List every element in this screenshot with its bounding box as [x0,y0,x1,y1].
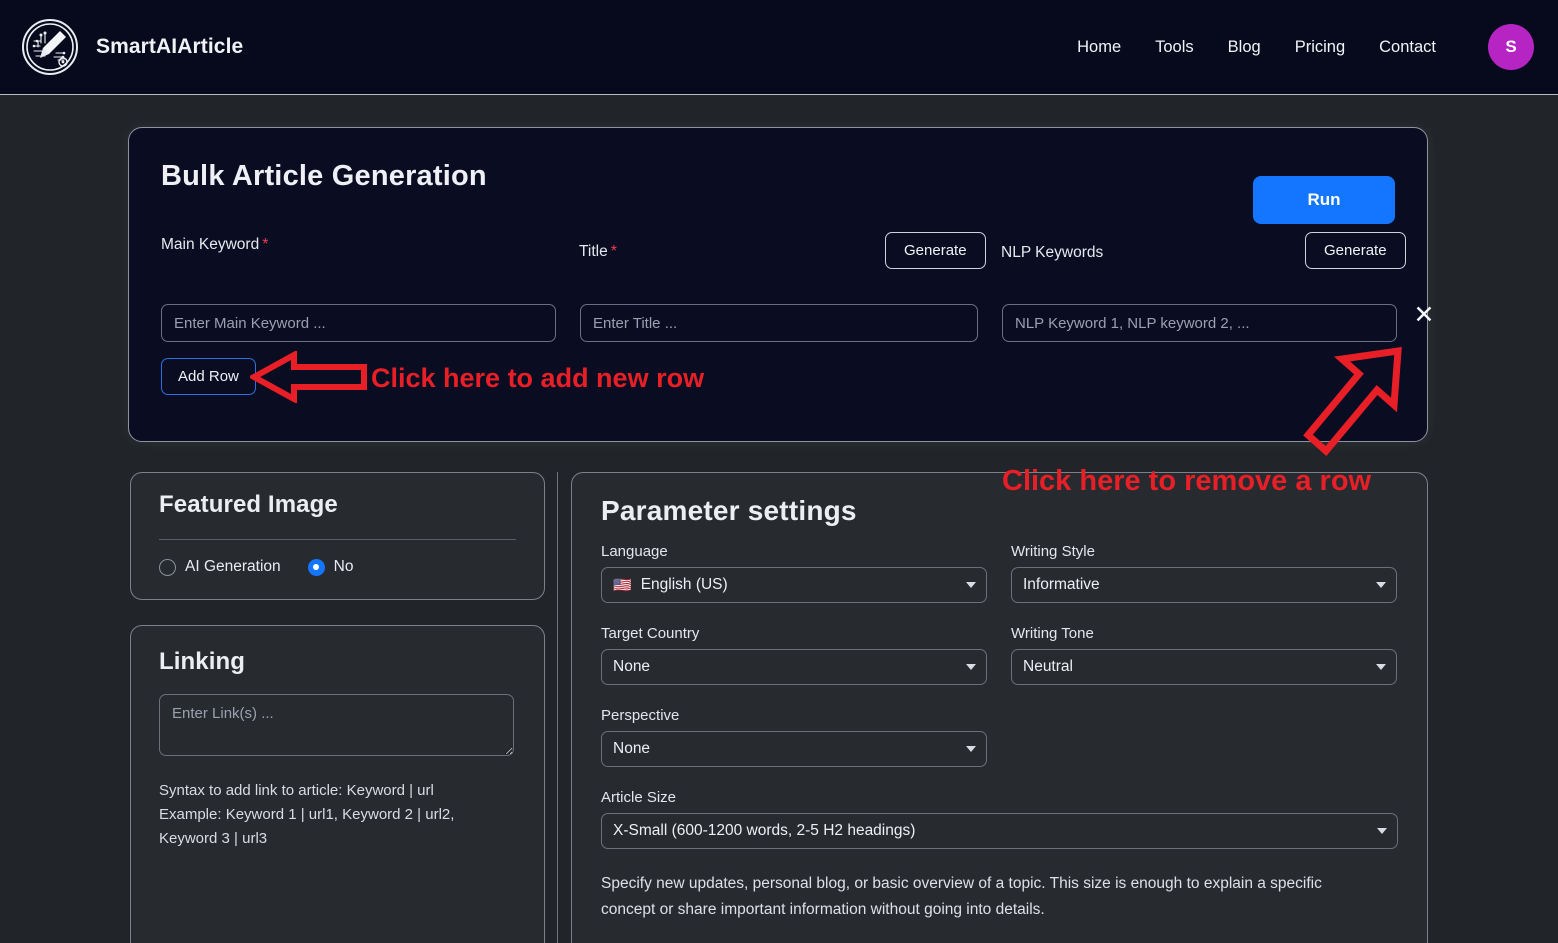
site-header: SmartAIArticle Home Tools Blog Pricing C… [0,0,1558,95]
user-avatar[interactable]: S [1488,24,1534,70]
brand[interactable]: SmartAIArticle [22,19,243,75]
writing-tone-select-box[interactable]: Neutral [1011,649,1397,685]
add-row-button[interactable]: Add Row [161,358,256,395]
article-size-description: Specify new updates, personal blog, or b… [601,871,1398,923]
target-country-select[interactable]: None [601,649,987,685]
article-size-select-value: X-Small (600-1200 words, 2-5 H2 headings… [613,822,916,839]
brand-name: SmartAIArticle [96,35,244,58]
perspective-select-box[interactable]: None [601,731,987,767]
language-select-box[interactable]: 🇺🇸 English (US) [601,567,987,603]
title-label: Title * [579,243,617,261]
parameter-settings-card: Parameter settings Language 🇺🇸 English (… [571,472,1428,943]
nav-item-blog[interactable]: Blog [1228,38,1261,57]
article-size-description-line-2: concept or share important information w… [601,901,1045,918]
article-size-description-line-1: Specify new updates, personal blog, or b… [601,875,1322,892]
radio-dot-icon[interactable] [159,558,176,576]
ai-pen-circuit-logo-icon [22,19,78,75]
nav-item-pricing[interactable]: Pricing [1295,38,1345,57]
main-keyword-input[interactable] [161,304,556,342]
title-input[interactable] [580,304,978,342]
column-divider [557,472,558,943]
writing-style-select-value: Informative [1023,576,1100,593]
divider [159,539,516,540]
writing-style-select-box[interactable]: Informative [1011,567,1397,603]
nav-item-contact[interactable]: Contact [1379,38,1436,57]
nlp-keywords-input[interactable] [1002,304,1397,342]
perspective-label: Perspective [601,707,680,724]
linking-help-line-2: Example: Keyword 1 | url1, Keyword 2 | u… [159,806,455,823]
required-asterisk: * [610,243,617,260]
featured-image-options: AI Generation No [159,558,516,576]
writing-tone-select-value: Neutral [1023,658,1073,675]
grid-spacer [1011,707,1397,789]
article-size-select[interactable]: X-Small (600-1200 words, 2-5 H2 headings… [601,813,1398,849]
radio-no[interactable]: No [307,558,354,576]
parameter-settings-grid: Language 🇺🇸 English (US) Writing Style I… [601,543,1398,789]
generate-nlp-button[interactable]: Generate [1305,232,1406,269]
article-size-select-box[interactable]: X-Small (600-1200 words, 2-5 H2 headings… [601,813,1398,849]
language-label: Language [601,543,668,560]
linking-help-line-3: Keyword 3 | url3 [159,830,268,847]
language-select[interactable]: 🇺🇸 English (US) [601,567,987,603]
featured-image-title: Featured Image [159,491,338,518]
nav-item-home[interactable]: Home [1077,38,1121,57]
article-size-label: Article Size [601,789,677,806]
writing-style-select[interactable]: Informative [1011,567,1397,603]
parameter-settings-title: Parameter settings [601,495,857,526]
nlp-keywords-label: NLP Keywords [1001,244,1104,261]
radio-ai-generation-label: AI Generation [185,558,281,575]
writing-tone-select[interactable]: Neutral [1011,649,1397,685]
bulk-article-generation-panel: Bulk Article Generation Run Main Keyword… [128,127,1434,442]
radio-no-label: No [333,558,354,575]
linking-title: Linking [159,648,246,675]
required-asterisk: * [262,236,269,253]
radio-ai-generation[interactable]: AI Generation [159,558,281,576]
perspective-select[interactable]: None [601,731,987,767]
remove-row-close-icon[interactable]: ✕ [1409,300,1439,330]
run-button[interactable]: Run [1253,176,1395,224]
writing-style-field: Writing Style Informative [1011,543,1397,625]
us-flag-icon: 🇺🇸 [613,576,632,594]
language-select-value: English (US) [640,576,728,593]
generate-title-button[interactable]: Generate [885,232,986,269]
radio-dot-selected-icon[interactable] [307,558,325,576]
page-title: Bulk Article Generation [161,160,487,192]
perspective-select-value: None [613,740,651,757]
main-keyword-label: Main Keyword * [161,236,268,254]
writing-tone-field: Writing Tone Neutral [1011,625,1397,707]
article-size-field: Article Size X-Small (600-1200 words, 2-… [601,789,1398,923]
title-label-text: Title [579,243,608,260]
main-nav: Home Tools Blog Pricing Contact S [1077,24,1534,70]
linking-help-line-1: Syntax to add link to article: Keyword |… [159,782,434,799]
featured-image-card: Featured Image AI Generation No [130,472,545,600]
field-labels-row: Main Keyword * Title * Generate NLP Keywor… [161,226,1406,269]
target-country-field: Target Country None [601,625,987,707]
writing-style-label: Writing Style [1011,543,1095,560]
writing-tone-label: Writing Tone [1011,625,1094,642]
nav-item-tools[interactable]: Tools [1155,38,1194,57]
page-body: Bulk Article Generation Run Main Keyword… [0,95,1558,943]
target-country-select-value: None [613,658,651,675]
perspective-field: Perspective None [601,707,987,789]
language-field: Language 🇺🇸 English (US) [601,543,987,625]
main-keyword-label-text: Main Keyword [161,236,260,253]
linking-card: Linking Syntax to add link to article: K… [130,625,545,943]
target-country-label: Target Country [601,625,700,642]
target-country-select-box[interactable]: None [601,649,987,685]
linking-help-text: Syntax to add link to article: Keyword |… [159,779,516,851]
links-textarea[interactable] [159,694,514,756]
